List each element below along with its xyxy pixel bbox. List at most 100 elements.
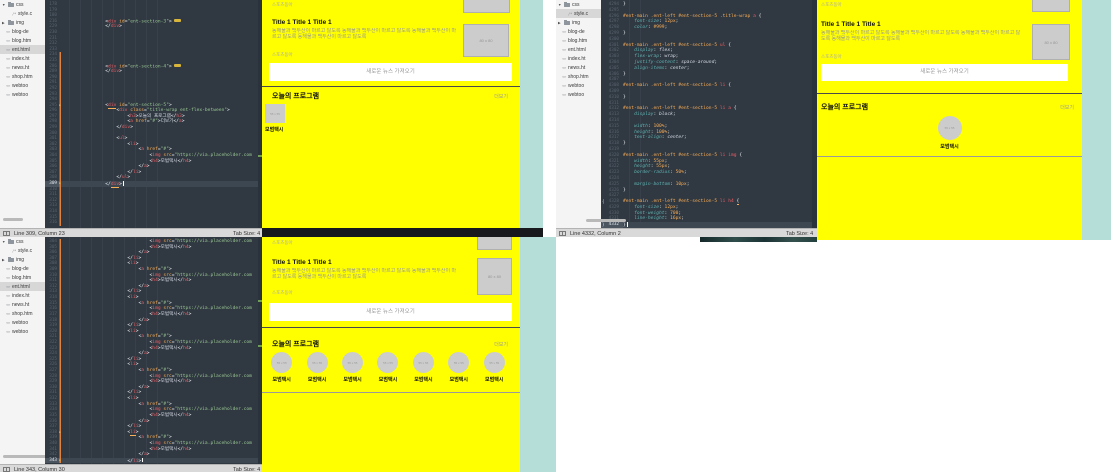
folder-icon	[8, 1, 14, 7]
more-link[interactable]: 더보기	[1060, 104, 1074, 111]
chevron-right-icon[interactable]: ▶	[2, 21, 6, 25]
sidebar-item-webtoo[interactable]: <> webtoo	[556, 81, 601, 90]
editor-scrollbar[interactable]	[586, 219, 626, 222]
sidebar-item-index.ht[interactable]: <> index.ht	[0, 54, 45, 63]
program-list: 55 x 55 모범택시 55 x 55 모범택시 55 x 55 모범택시 55 x 55…	[264, 352, 512, 383]
sidebar-item-ent.html[interactable]: <> ent.html	[556, 45, 601, 54]
code-editor[interactable]: 4294} 4295 4296 #ent-main .ent-left #ent-se…	[601, 0, 812, 228]
sidebar-item-blog-de[interactable]: <> blog-de	[0, 264, 45, 273]
sidebar-item-news.ht[interactable]: <> news.ht	[0, 63, 45, 72]
sidebar-item-ent.html[interactable]: <> ent.html	[0, 282, 45, 291]
program-image-placeholder: 55 x 55	[377, 352, 399, 373]
section-title: 오늘의 프로그램	[821, 104, 869, 111]
code-text: </div>	[105, 181, 124, 188]
file-tree-sidebar[interactable]: ▼ css/* style.c ▶ img <> blog-de <> blog.htm <> en…	[556, 0, 601, 228]
file-name: blog-de	[567, 28, 585, 35]
sidebar-item-css[interactable]: ▼ css	[0, 237, 45, 246]
article-source: 스포츠동아	[272, 52, 293, 57]
program-item[interactable]: 55 x 55 모범택시	[338, 352, 368, 383]
status-tab-size[interactable]: Tab Size: 4	[233, 467, 260, 472]
section-divider	[262, 327, 520, 328]
article-title[interactable]: Title 1 Title 1 Title 1	[821, 21, 881, 28]
chevron-down-icon[interactable]: ▼	[2, 3, 6, 7]
article-title[interactable]: Title 1 Title 1 Title 1	[272, 19, 332, 26]
html-file-icon: <>	[562, 65, 566, 70]
status-bar: Line 309, Column 23 Tab Size: 4	[0, 228, 262, 237]
program-item[interactable]: 55 x 55 모범택시	[265, 104, 285, 133]
sidebar-item-webtoo[interactable]: <> webtoo	[0, 327, 45, 336]
program-item[interactable]: 55 x 55 모범택시	[937, 116, 962, 150]
code-editor[interactable]: 304 <img src="https://via.placeholder.co…	[45, 237, 258, 464]
sidebar-item-shop.htm[interactable]: <> shop.htm	[0, 72, 45, 81]
fetch-news-button[interactable]: 새로운 뉴스 가져오기	[269, 63, 512, 81]
html-file-icon: <>	[6, 29, 10, 34]
code-line-343[interactable]: 343 ▶ </li>	[45, 457, 258, 464]
sidebar-item-blog-de[interactable]: <> blog-de	[0, 27, 45, 36]
sidebar-item-css[interactable]: ▼ css	[556, 0, 601, 9]
layout-icon[interactable]	[3, 231, 10, 236]
more-link[interactable]: 더보기	[494, 341, 508, 348]
code-text: margin-bottom: 10px;	[634, 181, 690, 187]
sidebar-scrollbar[interactable]	[3, 218, 23, 221]
html-file-icon: <>	[6, 311, 10, 316]
sidebar-item-shop.htm[interactable]: <> shop.htm	[556, 72, 601, 81]
file-tree-sidebar[interactable]: ▼ css/* style.c ▶ img <> blog-de <> blog.htm <> en…	[0, 237, 45, 464]
chevron-down-icon[interactable]: ▼	[558, 3, 562, 7]
article-title[interactable]: Title 1 Title 1 Title 1	[272, 259, 332, 266]
article-image-placeholder	[477, 237, 512, 250]
sidebar-item-img[interactable]: ▶ img	[0, 255, 45, 264]
folder-icon	[564, 1, 570, 7]
sidebar-item-ent.html[interactable]: <> ent.html	[0, 45, 45, 54]
program-item[interactable]: 55 x 55 모범택시	[267, 352, 297, 383]
sidebar-item-webtoo[interactable]: <> webtoo	[0, 81, 45, 90]
layout-icon[interactable]	[3, 467, 10, 472]
sidebar-item-blog-de[interactable]: <> blog-de	[556, 27, 601, 36]
code-text: display: block;	[634, 112, 676, 118]
article-source: 스포츠동아	[821, 54, 842, 59]
sidebar-item-img[interactable]: ▶ img	[0, 18, 45, 27]
sidebar-item-news.ht[interactable]: <> news.ht	[0, 300, 45, 309]
program-item[interactable]: 55 x 55 모범택시	[373, 352, 403, 383]
sidebar-item-style.c[interactable]: /* style.c	[0, 9, 45, 18]
program-item[interactable]: 55 x 55 모범택시	[408, 352, 438, 383]
chevron-right-icon[interactable]: ▶	[558, 21, 562, 25]
chevron-down-icon[interactable]: ▼	[2, 240, 6, 244]
sidebar-item-blog.htm[interactable]: <> blog.htm	[0, 36, 45, 45]
sidebar-item-css[interactable]: ▼ css	[0, 0, 45, 9]
code-text: }	[623, 94, 626, 100]
code-text: </li>	[127, 457, 144, 464]
sidebar-item-style.c[interactable]: /* style.c	[556, 9, 601, 18]
folded-code-marker[interactable]	[173, 18, 181, 23]
program-item[interactable]: 55 x 55 모범택시	[479, 352, 509, 383]
status-tab-size[interactable]: Tab Size: 4	[233, 231, 260, 237]
sidebar-item-index.ht[interactable]: <> index.ht	[0, 291, 45, 300]
sidebar-item-webtoo[interactable]: <> webtoo	[556, 90, 601, 99]
layout-icon[interactable]	[559, 231, 566, 236]
file-name: shop.htm	[11, 310, 33, 317]
status-tab-size[interactable]: Tab Size: 4	[786, 231, 813, 237]
status-bar: Line 4332, Column 2 Tab Size: 4	[556, 228, 817, 237]
program-image-placeholder: 55 x 55	[342, 352, 364, 373]
sidebar-item-blog.htm[interactable]: <> blog.htm	[0, 273, 45, 282]
sidebar-item-img[interactable]: ▶ img	[556, 18, 601, 27]
more-link[interactable]: 더보기	[494, 93, 508, 100]
sidebar-item-webtoo[interactable]: <> webtoo	[0, 90, 45, 99]
code-line-316[interactable]: 316	[45, 220, 258, 226]
fetch-news-button[interactable]: 새로운 뉴스 가져오기	[269, 303, 512, 321]
folded-code-marker[interactable]	[173, 63, 181, 68]
article-source: 스포츠동아	[272, 290, 293, 295]
program-item[interactable]: 55 x 55 모범택시	[302, 352, 332, 383]
sidebar-item-blog.htm[interactable]: <> blog.htm	[556, 36, 601, 45]
sidebar-item-webtoo[interactable]: <> webtoo	[0, 318, 45, 327]
section-title: 오늘의 프로그램	[272, 341, 320, 348]
sidebar-item-news.ht[interactable]: <> news.ht	[556, 63, 601, 72]
file-tree-sidebar[interactable]: ▼ css/* style.c ▶ img <> blog-de <> blog.htm <> en…	[0, 0, 45, 228]
sidebar-item-style.c[interactable]: /* style.c	[0, 246, 45, 255]
code-editor[interactable]: 178 179 180 216 <div id="ent-section-3"> 229…	[45, 0, 258, 228]
file-name: news.ht	[11, 64, 30, 71]
sidebar-item-shop.htm[interactable]: <> shop.htm	[0, 309, 45, 318]
program-item[interactable]: 55 x 55 모범택시	[444, 352, 474, 383]
chevron-right-icon[interactable]: ▶	[2, 258, 6, 262]
sidebar-item-index.ht[interactable]: <> index.ht	[556, 54, 601, 63]
fetch-news-button[interactable]: 새로운 뉴스 가져오기	[821, 64, 1068, 81]
